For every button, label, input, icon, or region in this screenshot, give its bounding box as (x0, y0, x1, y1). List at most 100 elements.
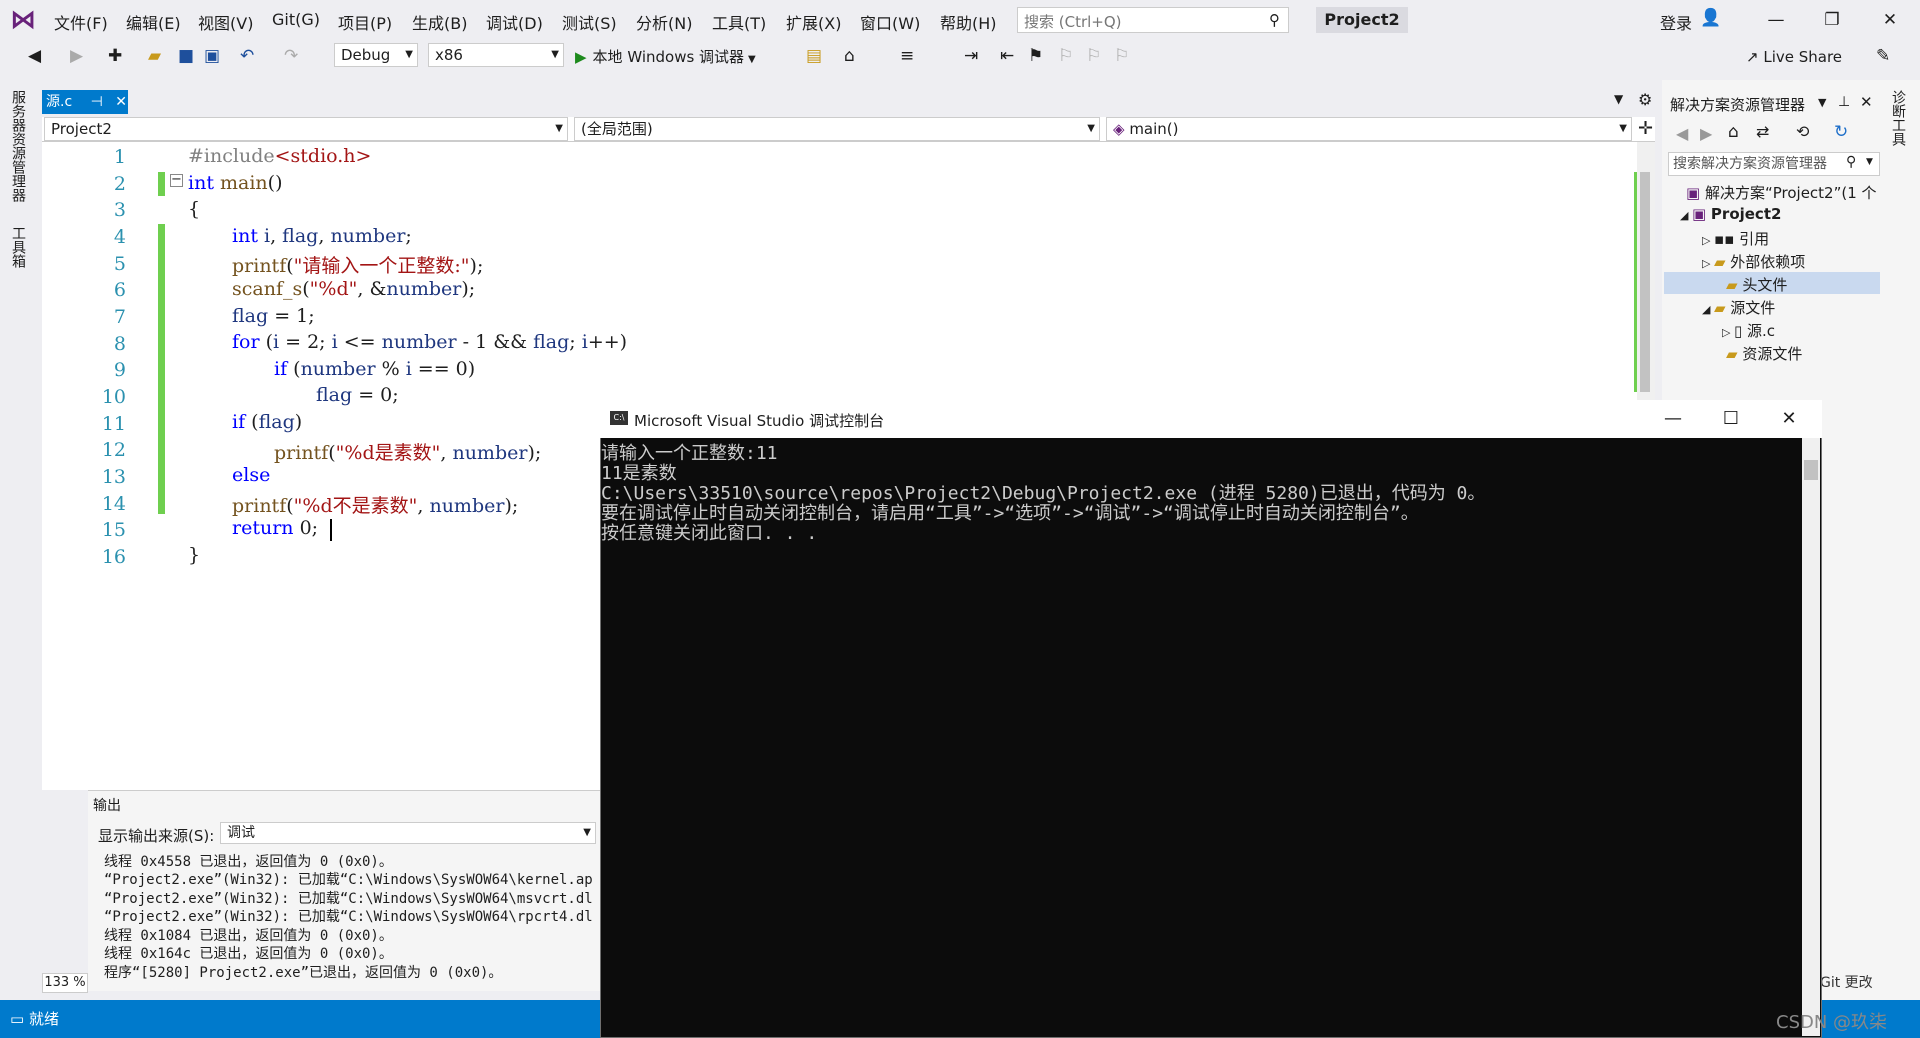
code-line[interactable]: { (188, 198, 200, 220)
menu-edit[interactable]: 编辑(E) (126, 10, 181, 34)
tree-item-project[interactable]: ◢ ▣ Project2 (1680, 205, 1781, 223)
history-icon[interactable]: ⟲ (1796, 122, 1809, 141)
feedback-icon[interactable]: ✎ (1876, 46, 1890, 66)
tree-item-header-files[interactable]: ▰ 头文件 (1726, 274, 1787, 295)
code-line[interactable]: int main() (188, 172, 283, 194)
forward-icon[interactable]: ▶ (1700, 124, 1712, 143)
menu-analyze[interactable]: 分析(N) (636, 10, 692, 34)
clear-bookmarks-icon[interactable]: ⚐ (1114, 46, 1129, 66)
code-line[interactable]: printf("%d是素数", number); (274, 438, 541, 465)
restore-icon[interactable]: ❐ (1812, 6, 1852, 34)
indent-icon[interactable]: ⇥ (964, 46, 978, 66)
outdent-icon[interactable]: ⇤ (1000, 46, 1014, 66)
server-explorer-tab[interactable]: 服务器资源管理器 (8, 90, 28, 202)
code-line[interactable]: #include<stdio.h> (188, 145, 371, 167)
collapse-icon[interactable]: − (170, 173, 183, 187)
next-bookmark-icon[interactable]: ⚐ (1086, 46, 1101, 66)
zoom-level[interactable]: 133 % (42, 973, 88, 993)
search-input[interactable]: 搜索 (Ctrl+Q) ⚲ (1017, 7, 1289, 33)
tree-item-resource-files[interactable]: ▰ 资源文件 (1726, 343, 1802, 364)
user-icon[interactable]: 👤 (1700, 8, 1721, 28)
scrollbar-thumb[interactable] (1640, 172, 1650, 392)
platform-select[interactable]: x86 ▼ (428, 43, 564, 67)
find-in-files-icon[interactable]: ▤ (806, 46, 822, 66)
tab-source-file[interactable]: 源.c ⊣ ✕ (42, 90, 128, 114)
code-line[interactable]: flag = 1; (232, 305, 315, 327)
menu-window[interactable]: 窗口(W) (860, 10, 920, 34)
menu-view[interactable]: 视图(V) (198, 10, 253, 34)
console-maximize-icon[interactable]: ☐ (1702, 402, 1760, 436)
comment-icon[interactable]: ≡ (900, 46, 914, 66)
start-debugging-button[interactable]: ▶ 本地 Windows 调试器 ▼ (575, 46, 756, 67)
browser-icon[interactable]: ⌂ (844, 46, 855, 66)
tab-overflow-icon[interactable]: ▼ (1614, 92, 1623, 106)
new-project-icon[interactable]: ✚ (108, 46, 122, 66)
home-icon[interactable]: ⌂ (1728, 122, 1739, 142)
open-folder-icon[interactable]: ▰ (148, 46, 161, 66)
pin-icon[interactable]: ⊥ (1838, 94, 1850, 110)
configuration-select[interactable]: Debug ▼ (334, 43, 418, 67)
close-tab-icon[interactable]: ✕ (115, 94, 127, 110)
close-icon[interactable]: ✕ (1870, 6, 1910, 34)
bookmark-icon[interactable]: ⚑ (1028, 46, 1043, 66)
login-link[interactable]: 登录 (1660, 10, 1692, 34)
output-source-select[interactable]: 调试 ▼ (220, 822, 596, 844)
tree-item-solution[interactable]: ▣ 解决方案“Project2”(1 个项 (1686, 182, 1876, 203)
code-line[interactable]: if (flag) (232, 411, 302, 433)
code-line[interactable]: scanf_s("%d", &number); (232, 278, 475, 300)
code-line[interactable]: if (number % i == 0) (274, 358, 475, 380)
tree-item-source-files[interactable]: ◢ ▰ 源文件 (1702, 297, 1775, 318)
save-icon[interactable]: ■ (178, 46, 194, 66)
minimize-icon[interactable]: — (1756, 6, 1796, 34)
menu-tools[interactable]: 工具(T) (712, 10, 766, 34)
save-all-icon[interactable]: ▣ (204, 46, 220, 66)
back-icon[interactable]: ◀ (1676, 124, 1688, 143)
code-line[interactable]: int i, flag, number; (232, 225, 412, 247)
switch-views-icon[interactable]: ⇄ (1756, 122, 1769, 141)
code-line[interactable]: return 0; (232, 517, 318, 539)
pin-icon[interactable]: ⊣ (91, 94, 103, 110)
close-panel-icon[interactable]: ✕ (1860, 93, 1873, 111)
menu-debug[interactable]: 调试(D) (486, 10, 543, 34)
menu-project[interactable]: 项目(P) (338, 10, 392, 34)
diagnostic-tools-tab[interactable]: 诊断工具 (1888, 90, 1908, 146)
menu-git[interactable]: Git(G) (272, 10, 320, 29)
redo-icon[interactable]: ↷ (284, 46, 298, 66)
console-close-icon[interactable]: ✕ (1760, 402, 1818, 436)
tree-item-source-c[interactable]: ▷ ▯ 源.c (1722, 320, 1775, 341)
prev-bookmark-icon[interactable]: ⚐ (1058, 46, 1073, 66)
chevron-down-icon[interactable]: ▼ (1818, 96, 1826, 109)
split-icon[interactable]: ✛ (1638, 118, 1653, 139)
code-line[interactable]: } (188, 544, 200, 566)
live-share-button[interactable]: ↗ Live Share (1746, 48, 1842, 66)
configuration-value: Debug (341, 46, 391, 64)
undo-icon[interactable]: ↶ (240, 46, 254, 66)
toolbox-tab[interactable]: 工具箱 (8, 226, 28, 268)
menu-extensions[interactable]: 扩展(X) (786, 10, 841, 34)
project-nav-select[interactable]: Project2 ▼ (44, 117, 568, 141)
output-line: “Project2.exe”(Win32): 已加载“C:\Windows\Sy… (104, 891, 593, 907)
search-icon[interactable]: ⚲ (1846, 154, 1856, 170)
code-line[interactable]: else (232, 464, 270, 486)
code-line[interactable]: flag = 0; (316, 384, 399, 406)
menu-help[interactable]: 帮助(H) (940, 10, 997, 34)
menu-file[interactable]: 文件(F) (54, 10, 108, 34)
scrollbar-thumb[interactable] (1804, 460, 1818, 480)
tree-item-external-deps[interactable]: ▷ ▰ 外部依赖项 (1702, 251, 1805, 272)
tree-item-references[interactable]: ▷ ▪▪ 引用 (1702, 228, 1769, 249)
menu-test[interactable]: 测试(S) (562, 10, 617, 34)
code-line[interactable]: printf("请输入一个正整数:"); (232, 251, 483, 278)
function-nav-select[interactable]: ◈ main() ▼ (1106, 117, 1632, 141)
code-line[interactable]: for (i = 2; i <= number - 1 && flag; i++… (232, 331, 627, 353)
git-changes-tab[interactable]: Git 更改 (1820, 972, 1873, 992)
refresh-icon[interactable]: ↻ (1834, 122, 1848, 142)
back-icon[interactable]: ◀ (28, 46, 41, 66)
console-minimize-icon[interactable]: — (1644, 402, 1702, 436)
scope-nav-select[interactable]: (全局范围) ▼ (574, 117, 1100, 141)
code-line[interactable]: printf("%d不是素数", number); (232, 491, 518, 518)
console-scrollbar[interactable] (1802, 438, 1820, 1036)
menu-build[interactable]: 生成(B) (412, 10, 467, 34)
forward-icon[interactable]: ▶ (70, 46, 83, 66)
settings-icon[interactable]: ⚙ (1638, 90, 1652, 109)
chevron-down-icon[interactable]: ▼ (1866, 157, 1873, 167)
